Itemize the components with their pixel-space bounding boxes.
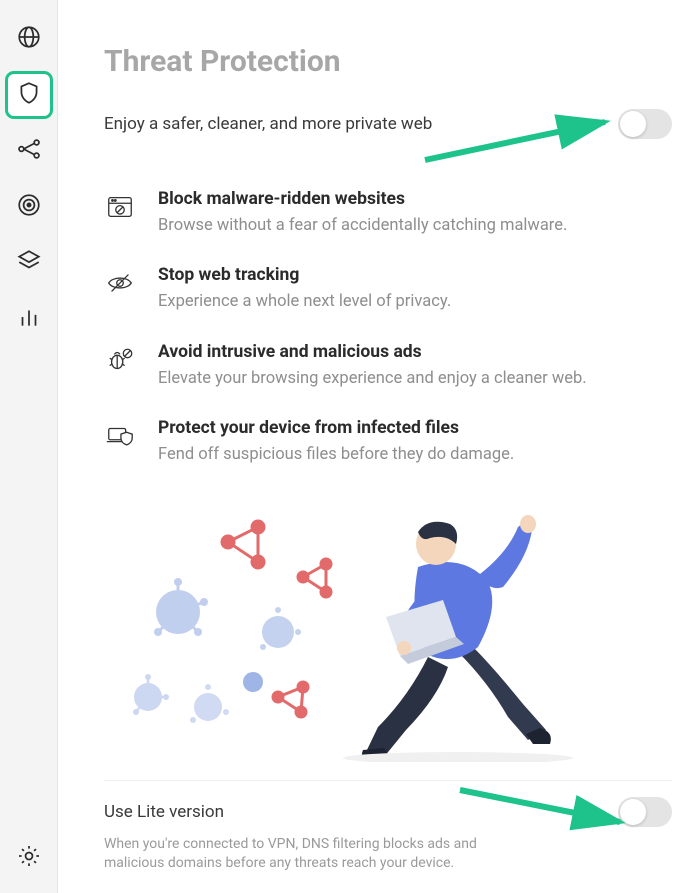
shield-icon xyxy=(16,80,42,110)
threat-protection-illustration xyxy=(104,482,672,762)
sidebar-item-stats[interactable] xyxy=(8,298,50,340)
lite-version-section: Use Lite version When you're connected t… xyxy=(104,780,672,873)
feature-title: Stop web tracking xyxy=(158,265,451,285)
globe-icon xyxy=(16,24,42,54)
mesh-icon xyxy=(16,136,42,166)
page-subtitle: Enjoy a safer, cleaner, and more private… xyxy=(104,114,432,134)
feature-block-malware: Block malware-ridden websites Browse wit… xyxy=(104,189,672,237)
stats-icon xyxy=(16,304,42,334)
feature-protect-files: Protect your device from infected files … xyxy=(104,418,672,466)
sidebar-item-threat-protection[interactable] xyxy=(8,74,50,116)
feature-title: Block malware-ridden websites xyxy=(158,189,567,209)
sidebar xyxy=(0,0,58,893)
feature-title: Protect your device from infected files xyxy=(158,418,514,438)
feature-desc: Elevate your browsing experience and enj… xyxy=(158,368,587,390)
feature-avoid-ads: Avoid intrusive and malicious ads Elevat… xyxy=(104,342,672,390)
layers-icon xyxy=(16,248,42,278)
sidebar-item-settings[interactable] xyxy=(8,837,50,879)
threat-protection-toggle[interactable] xyxy=(618,109,672,139)
sidebar-item-meshnet[interactable] xyxy=(8,130,50,172)
feature-title: Avoid intrusive and malicious ads xyxy=(158,342,587,362)
page-title: Threat Protection xyxy=(104,44,672,79)
sidebar-item-quickconnect[interactable] xyxy=(8,18,50,60)
sidebar-item-darkweb[interactable] xyxy=(8,186,50,228)
bug-block-icon xyxy=(104,344,136,376)
lite-version-title: Use Lite version xyxy=(104,802,224,822)
main-content: Threat Protection Enjoy a safer, cleaner… xyxy=(58,0,700,893)
browser-block-icon xyxy=(104,191,136,223)
laptop-shield-icon xyxy=(104,420,136,452)
feature-desc: Experience a whole next level of privacy… xyxy=(158,291,451,313)
feature-stop-tracking: Stop web tracking Experience a whole nex… xyxy=(104,265,672,313)
target-icon xyxy=(16,192,42,222)
feature-desc: Browse without a fear of accidentally ca… xyxy=(158,215,567,237)
lite-version-toggle[interactable] xyxy=(618,797,672,827)
feature-desc: Fend off suspicious files before they do… xyxy=(158,444,514,466)
lite-version-desc: When you're connected to VPN, DNS filter… xyxy=(104,835,524,873)
feature-list: Block malware-ridden websites Browse wit… xyxy=(104,189,672,466)
gear-icon xyxy=(16,843,42,873)
eye-off-icon xyxy=(104,267,136,299)
sidebar-item-presets[interactable] xyxy=(8,242,50,284)
